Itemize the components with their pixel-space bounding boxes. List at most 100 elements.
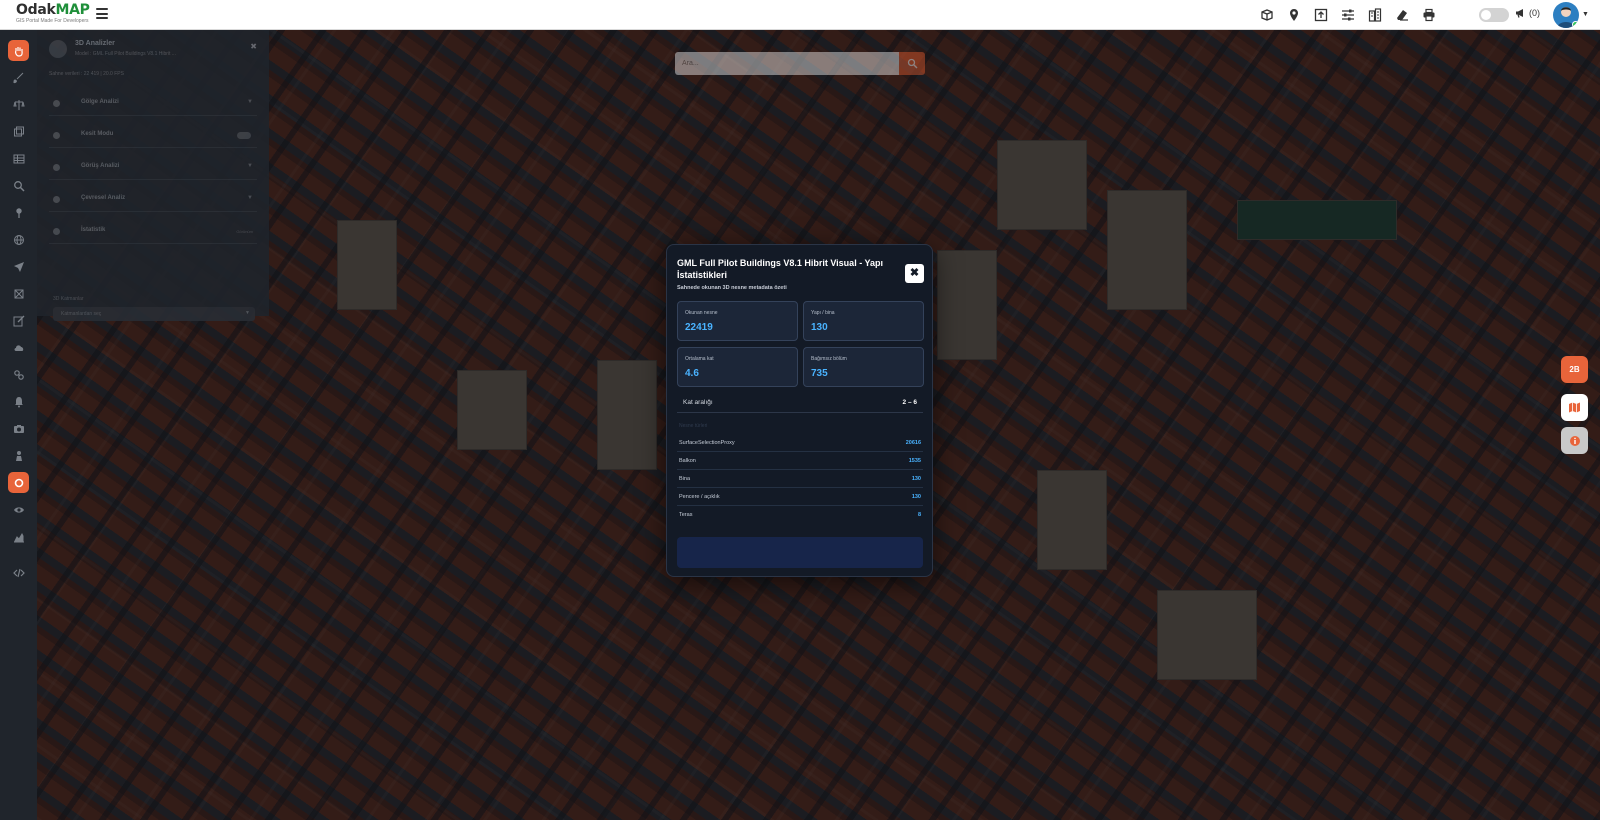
tree-icon	[53, 196, 60, 203]
view-mode-button[interactable]: 2B	[1561, 356, 1588, 383]
table-icon[interactable]	[8, 148, 29, 169]
brush-icon[interactable]	[8, 67, 29, 88]
floor-range-row: Kat aralığı 2 – 6	[677, 395, 923, 413]
analysis-3d-icon[interactable]	[8, 472, 29, 493]
info-button[interactable]	[1561, 427, 1588, 454]
panel-row-label: Çevresel Analiz	[81, 195, 126, 201]
type-count: 20616	[905, 440, 921, 446]
link-icon[interactable]	[8, 364, 29, 385]
hand-icon[interactable]	[8, 40, 29, 61]
close-button[interactable]: ✖	[905, 264, 924, 283]
globe-icon[interactable]	[8, 229, 29, 250]
panel-logo-icon	[49, 40, 67, 58]
side-panel-header: 3D Analizler Model : GML Full Pilot Buil…	[47, 38, 259, 66]
pin-icon[interactable]	[8, 202, 29, 223]
panel-row-label: Gölge Analizi	[81, 99, 119, 105]
panel-row-label: Görüş Analizi	[81, 163, 120, 169]
side-panel-title: 3D Analizler	[75, 40, 115, 47]
left-toolbar	[0, 30, 37, 820]
section-mode-switch[interactable]	[237, 132, 251, 139]
layers-icon[interactable]	[8, 121, 29, 142]
chevron-down-icon: ▼	[245, 310, 250, 316]
stat-card-avg-floor: Ortalama kat 4.6	[677, 347, 798, 387]
avatar[interactable]	[1553, 2, 1579, 28]
building-statistics-modal: GML Full Pilot Buildings V8.1 Hibrit Vis…	[666, 244, 933, 577]
panel-row-viewshed[interactable]: Görüş Analizi ▼	[49, 156, 257, 180]
print-icon[interactable]	[1419, 6, 1438, 24]
chevron-down-icon: ▼	[247, 163, 253, 169]
buildings-icon[interactable]	[1365, 6, 1384, 24]
caret-down-icon[interactable]: ▼	[1582, 11, 1589, 18]
stat-value: 4.6	[685, 368, 699, 379]
analysis-side-panel: 3D Analizler Model : GML Full Pilot Buil…	[37, 30, 269, 321]
chart-icon[interactable]	[8, 526, 29, 547]
modal-subtitle: Sahnede okunan 3D nesne metadata özeti	[677, 285, 787, 291]
menu-icon[interactable]	[96, 8, 108, 20]
basemap-button[interactable]	[1561, 394, 1588, 421]
frame-icon[interactable]	[8, 283, 29, 304]
close-icon: ✖	[909, 267, 920, 279]
stat-label: Okunan nesne	[685, 310, 718, 316]
camera-icon[interactable]	[8, 418, 29, 439]
theme-toggle[interactable]	[1479, 8, 1509, 22]
scale-icon[interactable]	[8, 94, 29, 115]
table-row: SurfaceSelectionProxy 20616	[677, 434, 923, 452]
close-icon[interactable]: ✖	[250, 42, 257, 51]
logo-tagline: GIS Portal Made For Developers	[16, 18, 89, 24]
layer-select[interactable]: Katmanlardan seç ▼	[53, 307, 255, 321]
top-bar: OdakMAP GIS Portal Made For Developers (…	[0, 0, 1600, 30]
panel-row-section[interactable]: Kesit Modu	[49, 124, 257, 148]
sliders-icon[interactable]	[1338, 6, 1357, 24]
search-button[interactable]	[899, 52, 925, 75]
person-icon[interactable]	[8, 445, 29, 466]
map-icon	[1569, 402, 1580, 413]
header-toolbar	[1257, 6, 1438, 24]
chevron-down-icon: ▼	[247, 195, 253, 201]
stat-card-objects: Okunan nesne 22419	[677, 301, 798, 341]
floor-range-label: Kat aralığı	[683, 399, 713, 406]
panel-row-environment[interactable]: Çevresel Analiz ▼	[49, 188, 257, 212]
stat-label: Ortalama kat	[685, 356, 714, 362]
type-name: SurfaceSelectionProxy	[679, 440, 735, 446]
info-icon	[1569, 435, 1580, 446]
type-name: Bina	[679, 476, 691, 482]
app-logo[interactable]: OdakMAP GIS Portal Made For Developers	[16, 3, 90, 24]
stat-value: 130	[811, 322, 828, 333]
3d-box-icon[interactable]	[1257, 6, 1276, 24]
notifications[interactable]: (0)	[1515, 8, 1540, 18]
eraser-icon[interactable]	[1392, 6, 1411, 24]
layers-section-label: 3D Katmanlar	[53, 296, 84, 302]
type-count: 130	[911, 494, 921, 500]
edit-icon[interactable]	[8, 310, 29, 331]
panel-row-label: İstatistik	[81, 227, 106, 233]
floor-range-value: 2 – 6	[902, 399, 917, 406]
map-pin-icon[interactable]	[1284, 6, 1303, 24]
upload-icon[interactable]	[1311, 6, 1330, 24]
type-count: 1535	[908, 458, 921, 464]
navigation-icon[interactable]	[8, 256, 29, 277]
panel-row-label: Kesit Modu	[81, 131, 114, 137]
chart-icon	[53, 228, 60, 235]
logo-text: OdakMAP	[16, 2, 90, 18]
type-count: 130	[911, 476, 921, 482]
table-row: Teras 8	[677, 506, 923, 524]
panel-row-statistics[interactable]: İstatistik Görünüm	[49, 220, 257, 244]
search-input[interactable]	[675, 52, 899, 75]
panel-row-shadow[interactable]: Gölge Analizi ▼	[49, 92, 257, 116]
online-status-dot	[1572, 21, 1579, 28]
modal-title: GML Full Pilot Buildings V8.1 Hibrit Vis…	[677, 258, 884, 280]
types-section-label: Nesne türleri	[679, 423, 708, 429]
stat-card-units: Bağımsız bölüm 735	[803, 347, 924, 387]
stat-card-buildings: Yapı / bina 130	[803, 301, 924, 341]
code-icon[interactable]	[8, 562, 29, 583]
table-row: Balkon 1535	[677, 452, 923, 470]
alert-icon[interactable]	[8, 391, 29, 412]
eye-icon	[53, 164, 60, 171]
type-count: 8	[917, 512, 921, 518]
panel-row-note: Görünüm	[236, 229, 253, 234]
cloud-icon[interactable]	[8, 337, 29, 358]
sun-icon	[53, 100, 60, 107]
eye-icon[interactable]	[8, 499, 29, 520]
search-icon[interactable]	[8, 175, 29, 196]
type-name: Balkon	[679, 458, 696, 464]
